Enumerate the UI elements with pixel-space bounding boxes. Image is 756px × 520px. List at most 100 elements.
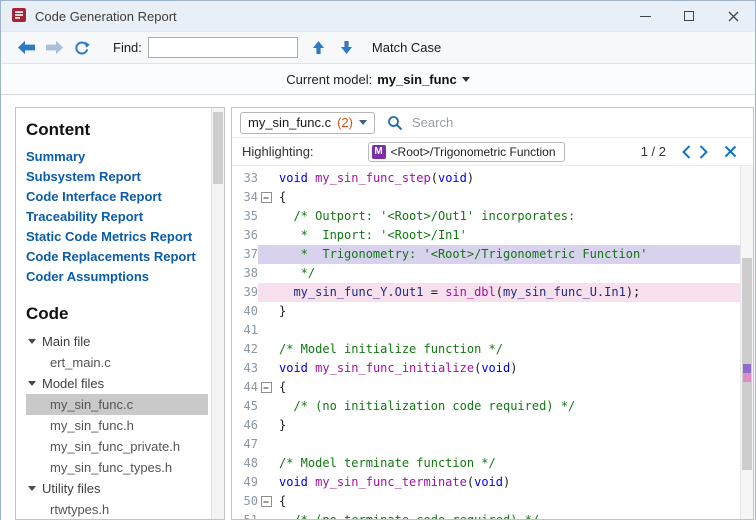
close-highlighting-button[interactable] [724,145,737,158]
code-token: */ [279,266,315,280]
sidebar-link[interactable]: Code Replacements Report [26,247,208,267]
code-token: /* Model initialize function */ [279,342,503,356]
tree-file-row[interactable]: rtwtypes.h [26,499,208,520]
back-button[interactable] [13,35,39,61]
code-token: /* Model terminate function */ [279,456,496,470]
next-match-icon [699,145,708,159]
find-label: Find: [113,40,142,55]
sidebar-link[interactable]: Summary [26,147,208,167]
tree-group-row[interactable]: Main file [26,331,208,352]
next-match-button[interactable] [699,145,708,159]
tree-item-label: Model files [42,376,104,391]
fold-spacer [258,264,274,283]
sidebar-scrollbar[interactable] [211,108,224,519]
line-number: 34 [232,188,258,207]
code-token: ( [431,171,438,185]
fold-spacer [258,435,274,454]
tree-caret-icon [28,381,36,386]
sidebar-scrollbar-thumb[interactable] [213,112,223,184]
line-number: 50 [232,492,258,511]
model-caret-icon [462,77,470,82]
code-scrollbar[interactable] [740,166,753,519]
tree-item-label: my_sin_func.h [50,418,134,433]
file-dropdown[interactable]: my_sin_func.c (2) [240,112,375,134]
content-links: SummarySubsystem ReportCode Interface Re… [26,147,208,287]
model-selector[interactable]: Current model: my_sin_func [286,72,469,87]
code-token: /* (no terminate code required) */ [279,513,539,519]
tree-file-row[interactable]: my_sin_func_types.h [26,457,208,478]
line-number: 37 [232,245,258,264]
code-line: 45 /* (no initialization code required) … [232,397,753,416]
fold-collapse-icon[interactable] [258,188,274,207]
line-number: 51 [232,511,258,519]
find-next-button[interactable] [334,35,360,61]
code-token: sin_dbl [445,285,496,299]
line-number: 48 [232,454,258,473]
search-box [387,114,745,131]
fold-collapse-icon[interactable] [258,492,274,511]
search-input[interactable] [410,114,745,131]
code-line: 44 { [232,378,753,397]
line-number: 33 [232,169,258,188]
back-icon [17,40,36,55]
tree-file-row[interactable]: my_sin_func.h [26,415,208,436]
maximize-icon [684,11,694,21]
line-number: 45 [232,397,258,416]
match-case-toggle[interactable]: Match Case [372,40,441,55]
code-token: { [279,190,286,204]
highlighted-block-badge[interactable]: M <Root>/Trigonometric Function [368,142,565,162]
minimize-button[interactable] [623,1,667,31]
code-token: } [279,418,286,432]
tree-file-row[interactable]: ert_main.c [26,352,208,373]
code-line: 34 { [232,188,753,207]
report-app-icon [11,7,27,26]
maximize-button[interactable] [667,1,711,31]
code-token: * Trigonometry: '<Root>/Trigonometric Fu… [279,247,647,261]
sidebar-link[interactable]: Subsystem Report [26,167,208,187]
code-line: 48 /* Model terminate function */ [232,454,753,473]
code-line: 47 [232,435,753,454]
line-number: 39 [232,283,258,302]
close-button[interactable] [711,1,755,31]
tree-file-row[interactable]: my_sin_func.c [26,394,208,415]
find-previous-button[interactable] [306,35,332,61]
code-token: * Inport: '<Root>/In1' [279,228,467,242]
file-match-count: (2) [337,115,353,130]
tree-file-row[interactable]: my_sin_func_private.h [26,436,208,457]
sidebar-link[interactable]: Code Interface Report [26,187,208,207]
code-text: * Trigonometry: '<Root>/Trigonometric Fu… [274,245,753,264]
code-token: ( [496,285,503,299]
find-input[interactable] [148,37,298,58]
block-badge-icon: M [372,145,386,159]
fold-collapse-icon[interactable] [258,378,274,397]
sidebar-link[interactable]: Static Code Metrics Report [26,227,208,247]
code-text [274,321,753,340]
line-number: 47 [232,435,258,454]
sidebar-link[interactable]: Coder Assumptions [26,267,208,287]
sidebar-link[interactable]: Traceability Report [26,207,208,227]
line-number: 49 [232,473,258,492]
tree-group-row[interactable]: Model files [26,373,208,394]
line-number: 44 [232,378,258,397]
code-text: * Inport: '<Root>/In1' [274,226,753,245]
fold-spacer [258,226,274,245]
code-line: 50 { [232,492,753,511]
refresh-button[interactable] [69,35,95,61]
line-number: 40 [232,302,258,321]
code-panel: my_sin_func.c (2) Highlighting: M <Root>… [231,107,754,520]
search-icon [387,115,403,131]
forward-button[interactable] [41,35,67,61]
fold-spacer [258,245,274,264]
code-line: 36 * Inport: '<Root>/In1' [232,226,753,245]
main-content: Content SummarySubsystem ReportCode Inte… [1,95,755,520]
code-generation-report-window: Code Generation Report [0,0,756,520]
code-text: } [274,416,753,435]
close-icon [728,11,739,22]
code-token: my_sin_func_Y.Out1 [279,285,424,299]
code-text: { [274,492,753,511]
tree-group-row[interactable]: Utility files [26,478,208,499]
code-token: void [474,475,503,489]
code-text: { [274,378,753,397]
code-line: 51 /* (no terminate code required) */ [232,511,753,519]
previous-match-button[interactable] [682,145,691,159]
